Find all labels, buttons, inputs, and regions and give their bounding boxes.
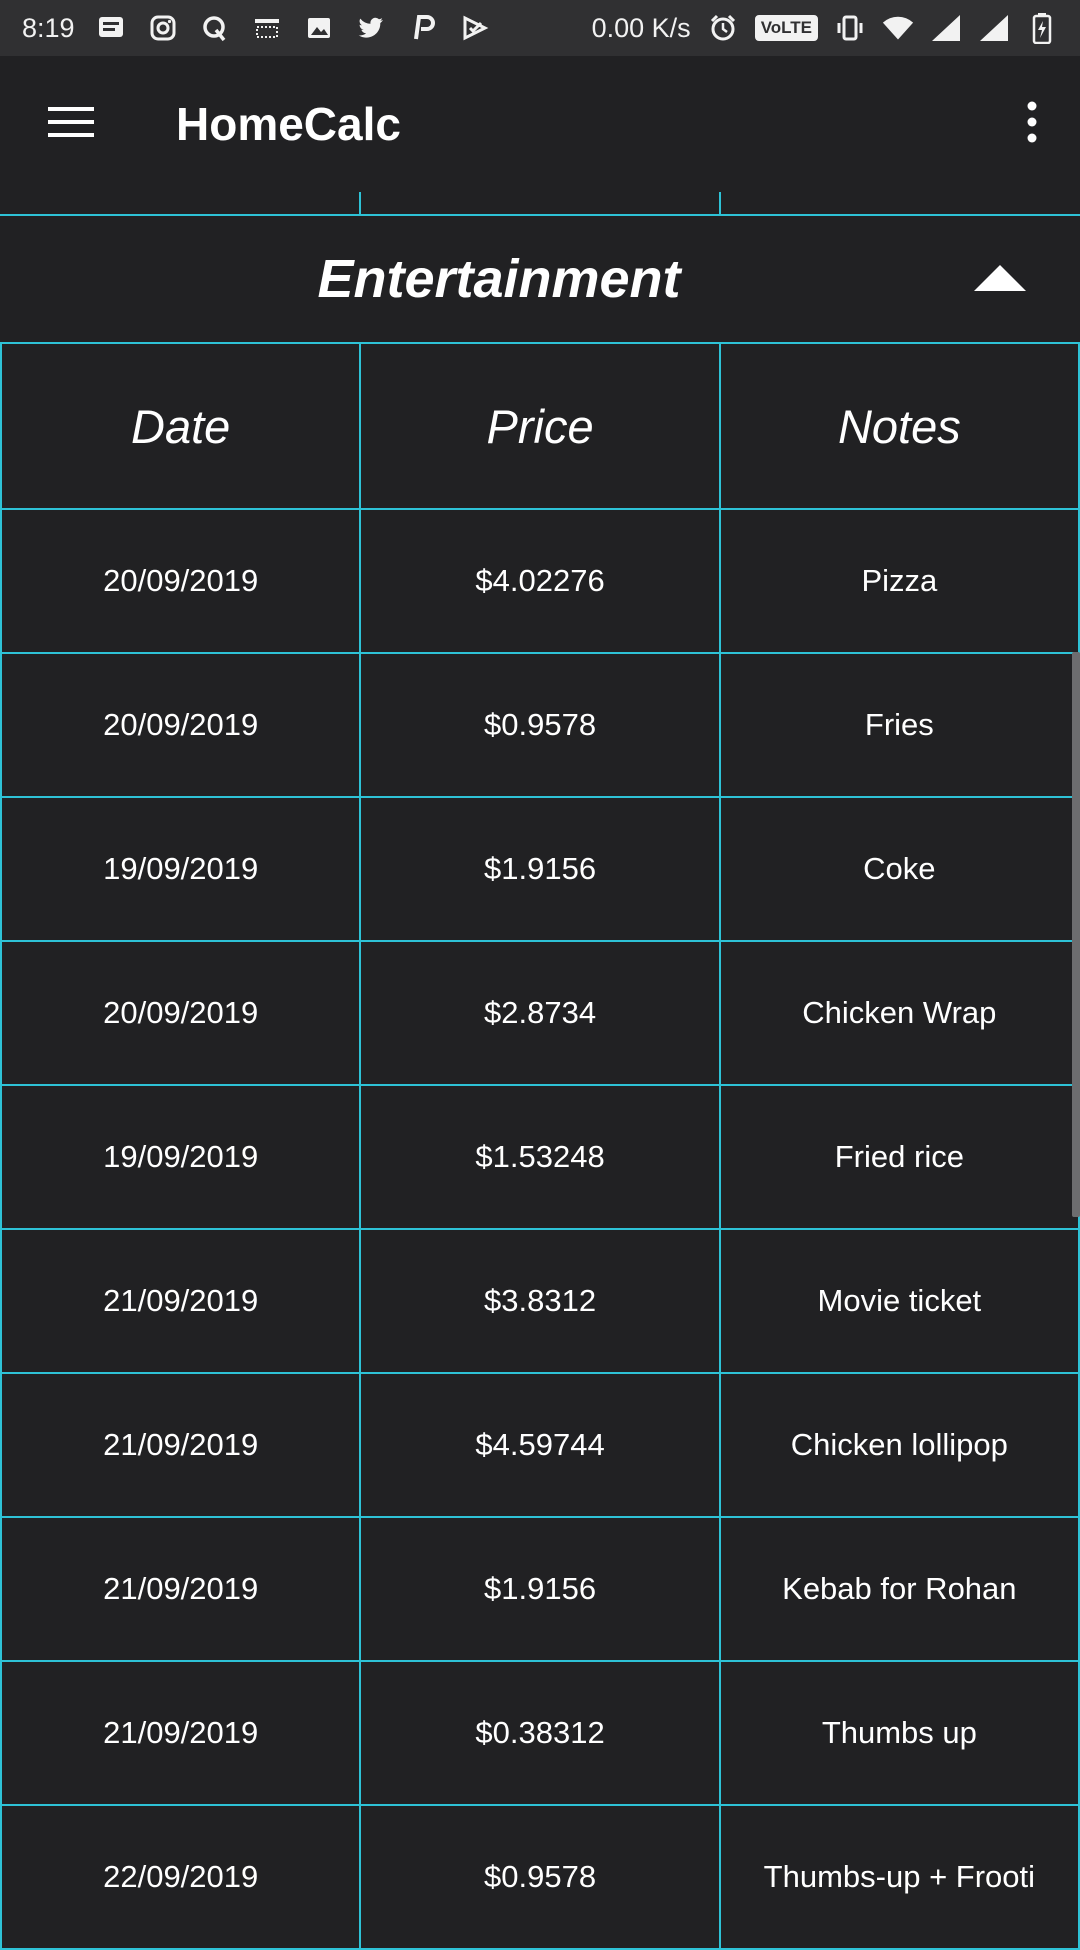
- instagram-icon: [147, 12, 179, 44]
- more-options-button[interactable]: [992, 56, 1072, 192]
- table-row[interactable]: 21/09/2019 $4.59744 Chicken lollipop: [0, 1372, 1080, 1518]
- date-cell: 21/09/2019: [0, 1660, 362, 1806]
- price-cell: $1.9156: [359, 796, 721, 942]
- price-cell: $3.8312: [359, 1228, 721, 1374]
- column-header-notes: Notes: [718, 342, 1080, 510]
- table-row[interactable]: 20/09/2019 $0.9578 Fries: [0, 652, 1080, 798]
- price-cell: $4.02276: [359, 508, 721, 654]
- notes-cell: Chicken Wrap: [718, 940, 1080, 1086]
- hamburger-icon: [48, 105, 94, 144]
- table-row[interactable]: 21/09/2019 $0.38312 Thumbs up: [0, 1660, 1080, 1806]
- section-header[interactable]: Entertainment: [0, 216, 1080, 342]
- status-time: 8:19: [22, 12, 75, 43]
- notes-cell: Fried rice: [718, 1084, 1080, 1230]
- notes-cell: Fries: [718, 652, 1080, 798]
- table-row[interactable]: 21/09/2019 $1.9156 Kebab for Rohan: [0, 1516, 1080, 1662]
- notes-cell: Coke: [718, 796, 1080, 942]
- gallery-icon: [303, 12, 335, 44]
- notes-cell: Movie ticket: [718, 1228, 1080, 1374]
- table-row[interactable]: 20/09/2019 $4.02276 Pizza: [0, 508, 1080, 654]
- notes-cell: Thumbs up: [718, 1660, 1080, 1806]
- paytm-icon: [407, 12, 439, 44]
- message-icon: [95, 12, 127, 44]
- signal-icon: [978, 12, 1010, 44]
- battery-icon: [1026, 12, 1058, 44]
- price-cell: $0.9578: [359, 1804, 721, 1950]
- app-title: HomeCalc: [176, 98, 401, 150]
- quora-icon: [199, 12, 231, 44]
- previous-section-edge: [0, 192, 1080, 216]
- date-cell: 20/09/2019: [0, 940, 362, 1086]
- date-cell: 22/09/2019: [0, 1804, 362, 1950]
- price-cell: $0.9578: [359, 652, 721, 798]
- caret-up-icon: [974, 264, 1026, 296]
- grid-divider: [359, 192, 361, 216]
- table-row[interactable]: 19/09/2019 $1.9156 Coke: [0, 796, 1080, 942]
- table-row[interactable]: 21/09/2019 $3.8312 Movie ticket: [0, 1228, 1080, 1374]
- date-cell: 19/09/2019: [0, 1084, 362, 1230]
- column-header-price: Price: [359, 342, 721, 510]
- net-speed: 0.00 K/s: [591, 12, 691, 43]
- notification-icons: [95, 12, 491, 44]
- price-cell: $2.8734: [359, 940, 721, 1086]
- menu-button[interactable]: [6, 56, 136, 192]
- wifi-icon: [882, 12, 914, 44]
- date-cell: 21/09/2019: [0, 1372, 362, 1518]
- date-cell: 19/09/2019: [0, 796, 362, 942]
- notes-cell: Pizza: [718, 508, 1080, 654]
- signal-icon: [930, 12, 962, 44]
- volte-badge: VoLTE: [754, 15, 818, 41]
- notes-cell: Thumbs-up + Frooti: [718, 1804, 1080, 1950]
- amazon-icon: [251, 12, 283, 44]
- twitter-icon: [355, 12, 387, 44]
- tasks-icon: [459, 12, 491, 44]
- table-row[interactable]: 19/09/2019 $1.53248 Fried rice: [0, 1084, 1080, 1230]
- alarm-icon: [707, 12, 739, 44]
- vibrate-icon: [834, 12, 866, 44]
- collapse-button[interactable]: [972, 260, 1028, 300]
- section-title: Entertainment: [317, 249, 681, 309]
- notes-cell: Kebab for Rohan: [718, 1516, 1080, 1662]
- table-row[interactable]: 22/09/2019 $0.9578 Thumbs-up + Frooti: [0, 1804, 1080, 1950]
- column-header-date: Date: [0, 342, 362, 510]
- scrollbar[interactable]: [1072, 652, 1080, 1217]
- notes-cell: Chicken lollipop: [718, 1372, 1080, 1518]
- price-cell: $0.38312: [359, 1660, 721, 1806]
- date-cell: 21/09/2019: [0, 1516, 362, 1662]
- price-cell: $4.59744: [359, 1372, 721, 1518]
- price-cell: $1.9156: [359, 1516, 721, 1662]
- table-header-row: Date Price Notes: [0, 342, 1080, 510]
- app-bar: HomeCalc: [0, 56, 1080, 192]
- table-row[interactable]: 20/09/2019 $2.8734 Chicken Wrap: [0, 940, 1080, 1086]
- grid-divider: [719, 192, 721, 216]
- date-cell: 20/09/2019: [0, 508, 362, 654]
- date-cell: 20/09/2019: [0, 652, 362, 798]
- more-vert-icon: [1026, 101, 1038, 148]
- date-cell: 21/09/2019: [0, 1228, 362, 1374]
- status-bar: 8:19 0.00 K/s VoLTE: [0, 0, 1080, 56]
- price-cell: $1.53248: [359, 1084, 721, 1230]
- expense-table: Date Price Notes 20/09/2019 $4.02276 Piz…: [0, 342, 1080, 1950]
- system-icons: 0.00 K/s VoLTE: [592, 12, 1058, 44]
